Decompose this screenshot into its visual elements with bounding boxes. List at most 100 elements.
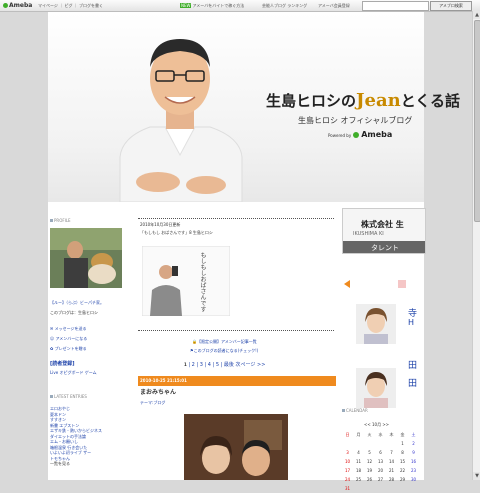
calendar-day[interactable]: 14 (386, 457, 397, 466)
scrollbar-thumb[interactable] (474, 20, 480, 222)
profile-link-message[interactable]: ✉ メッセージを送る (50, 326, 87, 332)
profile-name: このブログは：生島ヒロシ (50, 310, 98, 315)
calendar-day[interactable]: 16 (408, 457, 419, 466)
talent-label: タレント (371, 244, 399, 252)
blog-subtitle: 生島ヒロシ オフィシャルブログ (298, 116, 413, 125)
reader-register-link[interactable]: [読者登録] (50, 361, 75, 368)
calendar-day[interactable] (386, 484, 397, 493)
list-item[interactable]: 一覧を見る (50, 461, 102, 467)
calendar-day[interactable]: 21 (386, 466, 397, 475)
calendar-day[interactable]: 2 (408, 439, 419, 448)
divider (138, 218, 334, 219)
profile-link-amember[interactable]: ☺ アメンバーになる (50, 336, 87, 342)
post1-title[interactable]: 「もしもし おばさんです」8 生島ヒロシ (140, 230, 213, 236)
ranking-link[interactable]: 芸能人ブログ ランキング (262, 3, 307, 9)
talent-photo[interactable] (356, 304, 396, 344)
carousel-prev-icon[interactable] (344, 280, 350, 288)
weekday-sat: 土 (411, 431, 416, 437)
post2-date-bar: 2010-10-25 21:15:01 (138, 376, 336, 386)
calendar-day[interactable]: 4 (353, 448, 364, 457)
post2-title[interactable]: まおみちゃん (140, 390, 176, 396)
calendar-day[interactable] (408, 484, 419, 493)
calendar-day[interactable] (353, 484, 364, 493)
calendar-day[interactable]: 7 (386, 448, 397, 457)
ameba-logo-icon (3, 3, 8, 8)
right-sidebar: 株式会社 生 IKUSHIMA KI タレント 寺 H 田 田 CALENDAR… (342, 208, 426, 491)
company-banner[interactable]: 株式会社 生 IKUSHIMA KI タレント (342, 208, 426, 254)
calendar-day[interactable]: 9 (408, 448, 419, 457)
profile-photo[interactable] (50, 228, 122, 288)
calendar-day[interactable]: 18 (353, 466, 364, 475)
calendar-day[interactable]: 19 (364, 466, 375, 475)
calendar-table: 日 月 火 水 木 金 土 12 3456789 10 11 12 13 14 15 16 … (342, 430, 419, 493)
latest-entries-list: エロおやじ 夏本ドン すすきン 新書 エプストン エザキ鉄 - 熱いからビジネス… (50, 406, 102, 467)
calendar-day[interactable]: 20 (375, 466, 386, 475)
blog-title[interactable]: 生島ヒロシのJeanとくる話 (266, 90, 460, 111)
calendar-month[interactable]: << 10月 >> (364, 422, 389, 428)
search-input[interactable] (362, 1, 429, 11)
calendar-day[interactable] (364, 484, 375, 493)
calendar-day[interactable]: 3 (342, 448, 353, 457)
calendar-day[interactable] (353, 439, 364, 448)
weekday: 金 (400, 431, 405, 437)
calendar-day[interactable]: 17 (342, 466, 353, 475)
search-button[interactable]: アメブロ検索 (430, 1, 472, 11)
calendar-day[interactable]: 6 (375, 448, 386, 457)
pagination: 1 | 2 | 3 | 4 | 5 | 最後 次ページ >> (184, 362, 266, 368)
page-link[interactable]: 4 (208, 362, 211, 368)
calendar-day[interactable] (375, 484, 386, 493)
vertical-scrollbar[interactable]: ▲ ▼ (472, 11, 480, 480)
amember-list-link[interactable]: 🔒【限定公開】アメンバー記事一覧 (192, 339, 257, 345)
scroll-down-arrow-icon[interactable]: ▼ (473, 472, 480, 480)
page-link[interactable]: 2 (192, 362, 195, 368)
book-cover-image[interactable] (142, 246, 230, 316)
page-link[interactable]: 3 (200, 362, 203, 368)
page-last-link[interactable]: 最後 (224, 362, 234, 368)
profile-caption[interactable]: 【ルー】（らぶ）ビーパチ家。 (50, 300, 104, 306)
weekday-sun: 日 (345, 431, 350, 437)
calendar-day[interactable]: 11 (353, 457, 364, 466)
weekday: 火 (367, 431, 372, 437)
calendar-day[interactable] (375, 439, 386, 448)
scroll-up-arrow-icon[interactable]: ▲ (473, 11, 480, 19)
carousel-next-icon[interactable] (398, 280, 406, 288)
calendar-day[interactable]: 23 (408, 466, 419, 475)
post2-theme[interactable]: テーマ:ブログ (140, 400, 165, 406)
company-name-en: IKUSHIMA KI (353, 231, 384, 237)
calendar-day[interactable]: 12 (364, 457, 375, 466)
talent-name[interactable]: 田 (408, 376, 417, 389)
calendar-day[interactable]: 13 (375, 457, 386, 466)
ameba-logo[interactable]: Ameba (3, 2, 32, 9)
page-next-link[interactable]: 次ページ >> (236, 362, 266, 368)
calendar-day[interactable]: 22 (397, 466, 408, 475)
calendar-day[interactable]: 15 (397, 457, 408, 466)
become-reader-link[interactable]: ⚑このブログの読者になる(チェック!) (190, 348, 258, 354)
profile-link-present[interactable]: ✿ プレゼントを贈る (50, 346, 87, 352)
toolbar-nav-links[interactable]: マイページ ｜ ピグ ｜ ブログを書く (38, 3, 103, 9)
calendar-day[interactable]: 8 (397, 448, 408, 457)
calendar-day[interactable]: 31 (342, 484, 353, 493)
calendar-day[interactable] (342, 439, 353, 448)
main-content: 2010年10月30日更新 「もしもし おばさんです」8 生島ヒロシ もしもしお… (138, 202, 336, 480)
powered-by-ameba: Powered by Ameba (328, 130, 393, 139)
list-item[interactable]: エザキ鉄 - 熱いからビジネス (50, 428, 102, 434)
profile-heading: PROFILE (50, 218, 71, 223)
calendar-day[interactable] (386, 439, 397, 448)
toolbar-promo-link[interactable]: NEW アメーバをバイトで稼ぐ方法 (180, 3, 244, 9)
calendar-day[interactable]: 1 (397, 439, 408, 448)
register-link[interactable]: アメーバ会員登録 (318, 3, 350, 9)
talent-name[interactable]: 田 (408, 358, 417, 371)
calendar-day[interactable] (397, 484, 408, 493)
talent-photo[interactable] (356, 368, 396, 408)
book-title-text: もしもしおばさんです (199, 252, 206, 312)
weekday: 木 (389, 431, 394, 437)
ameba-leaf-icon (353, 132, 360, 138)
calendar-day[interactable]: 10 (342, 457, 353, 466)
ameba-toolbar: Ameba マイページ ｜ ピグ ｜ ブログを書く NEW アメーバをバイトで稼ぐ… (0, 0, 480, 12)
calendar-day[interactable] (364, 439, 375, 448)
post2-photo[interactable] (184, 414, 288, 480)
page-link[interactable]: 5 (216, 362, 219, 368)
calendar-day[interactable]: 5 (364, 448, 375, 457)
reader-sub-link[interactable]: Live オピグボード ゲーム (50, 370, 97, 376)
talent-name[interactable]: H (408, 318, 414, 327)
